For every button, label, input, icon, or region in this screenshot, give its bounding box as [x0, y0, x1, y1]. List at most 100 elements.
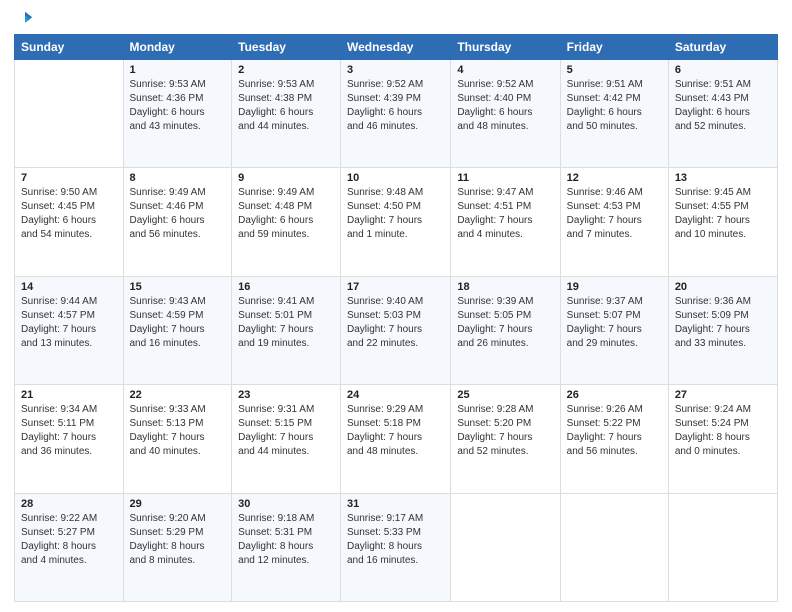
- day-info: Sunrise: 9:28 AMSunset: 5:20 PMDaylight:…: [457, 403, 553, 459]
- day-number: 30: [238, 498, 334, 510]
- day-info: Sunrise: 9:36 AMSunset: 5:09 PMDaylight:…: [675, 295, 771, 351]
- day-info: Sunrise: 9:44 AMSunset: 4:57 PMDaylight:…: [21, 295, 117, 351]
- col-header-thursday: Thursday: [451, 35, 560, 60]
- week-row-1: 1 Sunrise: 9:53 AMSunset: 4:36 PMDaylight…: [15, 60, 778, 168]
- header: [14, 10, 778, 28]
- day-info: Sunrise: 9:43 AMSunset: 4:59 PMDaylight:…: [130, 295, 226, 351]
- day-number: 1: [130, 64, 226, 76]
- day-info: Sunrise: 9:17 AMSunset: 5:33 PMDaylight:…: [347, 512, 444, 568]
- col-header-saturday: Saturday: [668, 35, 777, 60]
- calendar-cell: 20 Sunrise: 9:36 AMSunset: 5:09 PMDayligh…: [668, 276, 777, 384]
- day-info: Sunrise: 9:46 AMSunset: 4:53 PMDaylight:…: [567, 186, 662, 242]
- calendar-cell: [451, 493, 560, 601]
- day-number: 20: [675, 281, 771, 293]
- col-header-friday: Friday: [560, 35, 668, 60]
- day-info: Sunrise: 9:20 AMSunset: 5:29 PMDaylight:…: [130, 512, 226, 568]
- day-info: Sunrise: 9:47 AMSunset: 4:51 PMDaylight:…: [457, 186, 553, 242]
- calendar-cell: 14 Sunrise: 9:44 AMSunset: 4:57 PMDayligh…: [15, 276, 124, 384]
- week-row-3: 14 Sunrise: 9:44 AMSunset: 4:57 PMDayligh…: [15, 276, 778, 384]
- day-info: Sunrise: 9:26 AMSunset: 5:22 PMDaylight:…: [567, 403, 662, 459]
- day-info: Sunrise: 9:37 AMSunset: 5:07 PMDaylight:…: [567, 295, 662, 351]
- page: SundayMondayTuesdayWednesdayThursdayFrid…: [0, 0, 792, 612]
- calendar-cell: [668, 493, 777, 601]
- calendar-cell: 24 Sunrise: 9:29 AMSunset: 5:18 PMDayligh…: [341, 385, 451, 493]
- day-number: 22: [130, 389, 226, 401]
- day-number: 25: [457, 389, 553, 401]
- week-row-5: 28Sunrise: 9:22 AMSunset: 5:27 PMDayligh…: [15, 493, 778, 601]
- day-info: Sunrise: 9:49 AMSunset: 4:46 PMDaylight:…: [130, 186, 226, 242]
- col-header-monday: Monday: [123, 35, 232, 60]
- day-number: 23: [238, 389, 334, 401]
- day-info: Sunrise: 9:29 AMSunset: 5:18 PMDaylight:…: [347, 403, 444, 459]
- col-header-wednesday: Wednesday: [341, 35, 451, 60]
- day-number: 6: [675, 64, 771, 76]
- calendar-cell: 2Sunrise: 9:53 AMSunset: 4:38 PMDaylight…: [232, 60, 341, 168]
- week-row-2: 7 Sunrise: 9:50 AMSunset: 4:45 PMDaylight…: [15, 168, 778, 276]
- calendar-cell: 12 Sunrise: 9:46 AMSunset: 4:53 PMDayligh…: [560, 168, 668, 276]
- day-number: 31: [347, 498, 444, 510]
- calendar-table: SundayMondayTuesdayWednesdayThursdayFrid…: [14, 34, 778, 602]
- calendar-cell: 4 Sunrise: 9:52 AMSunset: 4:40 PMDaylight…: [451, 60, 560, 168]
- calendar-cell: 15 Sunrise: 9:43 AMSunset: 4:59 PMDayligh…: [123, 276, 232, 384]
- day-number: 18: [457, 281, 553, 293]
- calendar-cell: 28Sunrise: 9:22 AMSunset: 5:27 PMDayligh…: [15, 493, 124, 601]
- day-number: 11: [457, 172, 553, 184]
- calendar-cell: 23Sunrise: 9:31 AMSunset: 5:15 PMDayligh…: [232, 385, 341, 493]
- day-number: 24: [347, 389, 444, 401]
- day-number: 7: [21, 172, 117, 184]
- calendar-cell: 1 Sunrise: 9:53 AMSunset: 4:36 PMDaylight…: [123, 60, 232, 168]
- day-info: Sunrise: 9:53 AMSunset: 4:36 PMDaylight:…: [130, 78, 226, 134]
- day-info: Sunrise: 9:50 AMSunset: 4:45 PMDaylight:…: [21, 186, 117, 242]
- calendar-cell: 27 Sunrise: 9:24 AMSunset: 5:24 PMDayligh…: [668, 385, 777, 493]
- calendar-cell: [560, 493, 668, 601]
- calendar-cell: 17 Sunrise: 9:40 AMSunset: 5:03 PMDayligh…: [341, 276, 451, 384]
- calendar-cell: 9 Sunrise: 9:49 AMSunset: 4:48 PMDaylight…: [232, 168, 341, 276]
- calendar-cell: 18Sunrise: 9:39 AMSunset: 5:05 PMDayligh…: [451, 276, 560, 384]
- day-number: 21: [21, 389, 117, 401]
- day-number: 15: [130, 281, 226, 293]
- calendar-cell: 10Sunrise: 9:48 AMSunset: 4:50 PMDayligh…: [341, 168, 451, 276]
- day-number: 12: [567, 172, 662, 184]
- day-info: Sunrise: 9:52 AMSunset: 4:39 PMDaylight:…: [347, 78, 444, 134]
- logo-flag-icon: [16, 10, 34, 28]
- calendar-cell: 11 Sunrise: 9:47 AMSunset: 4:51 PMDayligh…: [451, 168, 560, 276]
- calendar-cell: 29 Sunrise: 9:20 AMSunset: 5:29 PMDayligh…: [123, 493, 232, 601]
- day-number: 14: [21, 281, 117, 293]
- calendar-cell: 8 Sunrise: 9:49 AMSunset: 4:46 PMDaylight…: [123, 168, 232, 276]
- day-info: Sunrise: 9:24 AMSunset: 5:24 PMDaylight:…: [675, 403, 771, 459]
- day-number: 29: [130, 498, 226, 510]
- day-info: Sunrise: 9:51 AMSunset: 4:43 PMDaylight:…: [675, 78, 771, 134]
- calendar-cell: 26Sunrise: 9:26 AMSunset: 5:22 PMDayligh…: [560, 385, 668, 493]
- day-number: 3: [347, 64, 444, 76]
- day-number: 8: [130, 172, 226, 184]
- day-info: Sunrise: 9:18 AMSunset: 5:31 PMDaylight:…: [238, 512, 334, 568]
- calendar-cell: 13 Sunrise: 9:45 AMSunset: 4:55 PMDayligh…: [668, 168, 777, 276]
- calendar-cell: 30 Sunrise: 9:18 AMSunset: 5:31 PMDayligh…: [232, 493, 341, 601]
- col-header-tuesday: Tuesday: [232, 35, 341, 60]
- day-number: 17: [347, 281, 444, 293]
- day-info: Sunrise: 9:49 AMSunset: 4:48 PMDaylight:…: [238, 186, 334, 242]
- day-number: 13: [675, 172, 771, 184]
- day-info: Sunrise: 9:40 AMSunset: 5:03 PMDaylight:…: [347, 295, 444, 351]
- column-header-row: SundayMondayTuesdayWednesdayThursdayFrid…: [15, 35, 778, 60]
- calendar-cell: 22Sunrise: 9:33 AMSunset: 5:13 PMDayligh…: [123, 385, 232, 493]
- day-number: 4: [457, 64, 553, 76]
- day-number: 27: [675, 389, 771, 401]
- day-info: Sunrise: 9:41 AMSunset: 5:01 PMDaylight:…: [238, 295, 334, 351]
- day-info: Sunrise: 9:52 AMSunset: 4:40 PMDaylight:…: [457, 78, 553, 134]
- calendar-cell: 6 Sunrise: 9:51 AMSunset: 4:43 PMDaylight…: [668, 60, 777, 168]
- calendar-body: 1 Sunrise: 9:53 AMSunset: 4:36 PMDaylight…: [15, 60, 778, 602]
- day-info: Sunrise: 9:45 AMSunset: 4:55 PMDaylight:…: [675, 186, 771, 242]
- day-number: 16: [238, 281, 334, 293]
- logo: [14, 10, 34, 28]
- calendar-cell: 19Sunrise: 9:37 AMSunset: 5:07 PMDayligh…: [560, 276, 668, 384]
- day-number: 2: [238, 64, 334, 76]
- calendar-cell: 25 Sunrise: 9:28 AMSunset: 5:20 PMDayligh…: [451, 385, 560, 493]
- day-number: 10: [347, 172, 444, 184]
- day-info: Sunrise: 9:51 AMSunset: 4:42 PMDaylight:…: [567, 78, 662, 134]
- day-number: 9: [238, 172, 334, 184]
- day-info: Sunrise: 9:22 AMSunset: 5:27 PMDaylight:…: [21, 512, 117, 568]
- week-row-4: 21Sunrise: 9:34 AMSunset: 5:11 PMDayligh…: [15, 385, 778, 493]
- calendar-cell: 16 Sunrise: 9:41 AMSunset: 5:01 PMDayligh…: [232, 276, 341, 384]
- calendar-cell: 7 Sunrise: 9:50 AMSunset: 4:45 PMDaylight…: [15, 168, 124, 276]
